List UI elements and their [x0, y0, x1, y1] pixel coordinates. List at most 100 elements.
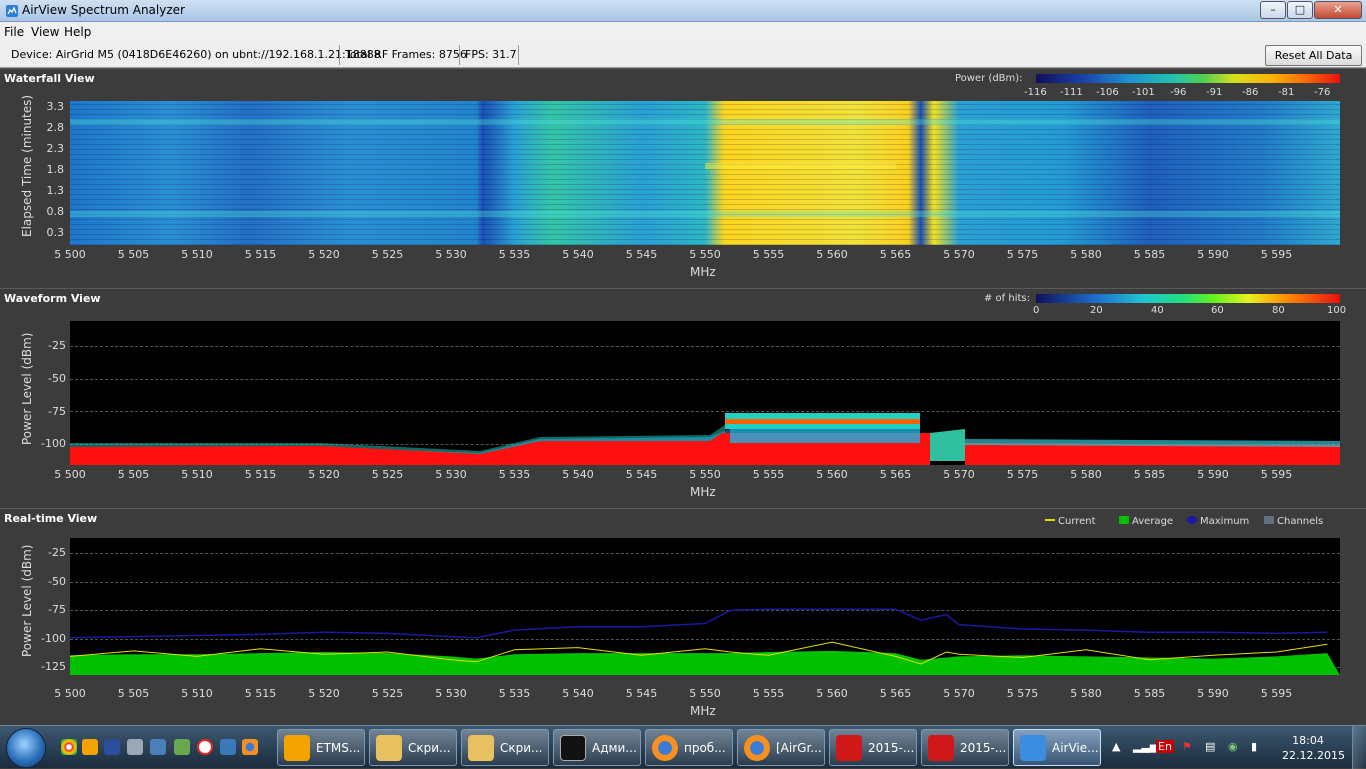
waveform-plot[interactable]: [70, 321, 1340, 465]
paint-icon: [836, 735, 862, 761]
x-tick: 5 565: [879, 248, 912, 261]
x-tick: 5 585: [1133, 687, 1166, 700]
maximize-button[interactable]: □: [1287, 1, 1313, 19]
taskbar-item-firefox-1[interactable]: проб...: [645, 729, 733, 766]
taskbar-item-airview[interactable]: AirVie...: [1013, 729, 1101, 766]
battery-icon[interactable]: ▮: [1251, 740, 1257, 753]
power-tick: -96: [1170, 87, 1187, 98]
taskbar-item-folder-1[interactable]: Скри...: [369, 729, 457, 766]
fps-readout: FPS: 31.7: [465, 48, 517, 61]
realtime-plot[interactable]: [70, 538, 1340, 675]
system-clock[interactable]: 18:04 22.12.2015: [1282, 733, 1345, 763]
legend-current[interactable]: Current: [1045, 516, 1096, 527]
reset-all-data-button[interactable]: Reset All Data: [1265, 45, 1362, 66]
language-indicator[interactable]: En: [1156, 740, 1174, 753]
paint-icon: [928, 735, 954, 761]
x-tick: 5 535: [498, 248, 531, 261]
power-color-scale: [1036, 74, 1340, 83]
x-tick: 5 510: [181, 248, 213, 261]
x-tick: 5 595: [1260, 248, 1293, 261]
power-tick: -111: [1060, 87, 1083, 98]
hits-tick: 100: [1327, 305, 1347, 316]
x-tick: 5 505: [117, 248, 150, 261]
x-tick: 5 585: [1133, 468, 1166, 481]
realtime-panel: Real-time View Current Average Maximum C…: [0, 508, 1366, 725]
x-tick: 5 540: [562, 248, 594, 261]
x-tick: 5 500: [54, 248, 86, 261]
power-tick: -91: [1206, 87, 1223, 98]
firefox-icon[interactable]: [242, 739, 258, 755]
x-tick: 5 575: [1006, 248, 1039, 261]
waterfall-title: Waterfall View: [4, 72, 95, 85]
taskbar-item-cmd[interactable]: Адми...: [553, 729, 641, 766]
waterfall-band: [705, 163, 896, 169]
maximum-swatch: [1187, 516, 1197, 524]
show-desktop-button[interactable]: [1352, 726, 1366, 769]
x-tick: 5 570: [943, 468, 975, 481]
clipboard-icon[interactable]: ▤: [1205, 740, 1215, 753]
x-tick: 5 550: [689, 248, 721, 261]
waterfall-band: [70, 119, 1340, 125]
menu-view[interactable]: View: [31, 25, 59, 39]
taskbar-label: проб...: [684, 741, 726, 755]
hits-legend-title: # of hits:: [984, 293, 1030, 304]
x-tick: 5 560: [816, 248, 848, 261]
send-icon[interactable]: [127, 739, 143, 755]
x-tick: 5 550: [689, 468, 721, 481]
outlook-icon[interactable]: [82, 739, 98, 755]
x-tick: 5 545: [625, 468, 658, 481]
power-tick: -76: [1314, 87, 1331, 98]
taskbar-item-etms[interactable]: ETMS...: [277, 729, 365, 766]
save-icon[interactable]: [104, 739, 120, 755]
network-icon[interactable]: [150, 739, 166, 755]
x-tick: 5 505: [117, 468, 150, 481]
taskbar-item-image-1[interactable]: 2015-...: [829, 729, 917, 766]
taskbar-item-firefox-2[interactable]: [AirGr...: [737, 729, 825, 766]
x-tick: 5 520: [308, 248, 340, 261]
x-tick: 5 560: [816, 468, 848, 481]
taskbar-item-folder-2[interactable]: Скри...: [461, 729, 549, 766]
x-tick: 5 515: [244, 687, 277, 700]
y-tick: 2.8: [46, 121, 65, 134]
start-button[interactable]: [6, 728, 46, 768]
minimize-button[interactable]: –: [1260, 1, 1286, 19]
y-tick: -75: [48, 603, 66, 616]
hits-tick: 0: [1033, 305, 1040, 316]
users-icon[interactable]: [174, 739, 190, 755]
x-tick: 5 505: [117, 687, 150, 700]
chrome-icon[interactable]: [61, 739, 77, 755]
yandex-icon[interactable]: [197, 739, 213, 755]
tray-expand-icon[interactable]: ▲: [1112, 740, 1120, 753]
waterfall-heatmap[interactable]: [70, 101, 1340, 245]
signal-icon[interactable]: ▂▃▅: [1133, 740, 1158, 753]
clock-time: 18:04: [1292, 734, 1324, 747]
x-tick: 5 580: [1070, 248, 1102, 261]
taskbar-label: 2015-...: [960, 741, 1007, 755]
x-tick: 5 525: [371, 248, 404, 261]
flag-icon[interactable]: ⚑: [1182, 740, 1192, 753]
close-button[interactable]: ✕: [1314, 1, 1362, 19]
taskbar-item-image-2[interactable]: 2015-...: [921, 729, 1009, 766]
y-tick: 3.3: [46, 100, 65, 113]
x-tick: 5 595: [1260, 687, 1293, 700]
y-tick: 2.3: [46, 142, 65, 155]
menu-help[interactable]: Help: [64, 25, 91, 39]
menu-file[interactable]: File: [4, 25, 24, 39]
y-tick: 1.3: [46, 184, 65, 197]
waveform-x-axis-label: MHz: [690, 485, 716, 499]
y-tick: 0.3: [46, 226, 65, 239]
average-series-area: [70, 650, 1340, 675]
settings-icon[interactable]: [220, 739, 236, 755]
x-tick: 5 520: [308, 687, 340, 700]
waterfall-band: [70, 211, 1340, 217]
legend-average[interactable]: Average: [1119, 516, 1173, 527]
x-tick: 5 570: [943, 248, 975, 261]
x-tick: 5 565: [879, 687, 912, 700]
legend-label: Current: [1058, 516, 1096, 527]
x-tick: 5 580: [1070, 468, 1102, 481]
x-tick: 5 540: [562, 468, 594, 481]
legend-channels[interactable]: Channels: [1264, 516, 1323, 527]
legend-label: Maximum: [1200, 516, 1250, 527]
network-tray-icon[interactable]: ◉: [1228, 740, 1238, 753]
legend-maximum[interactable]: Maximum: [1187, 516, 1249, 527]
